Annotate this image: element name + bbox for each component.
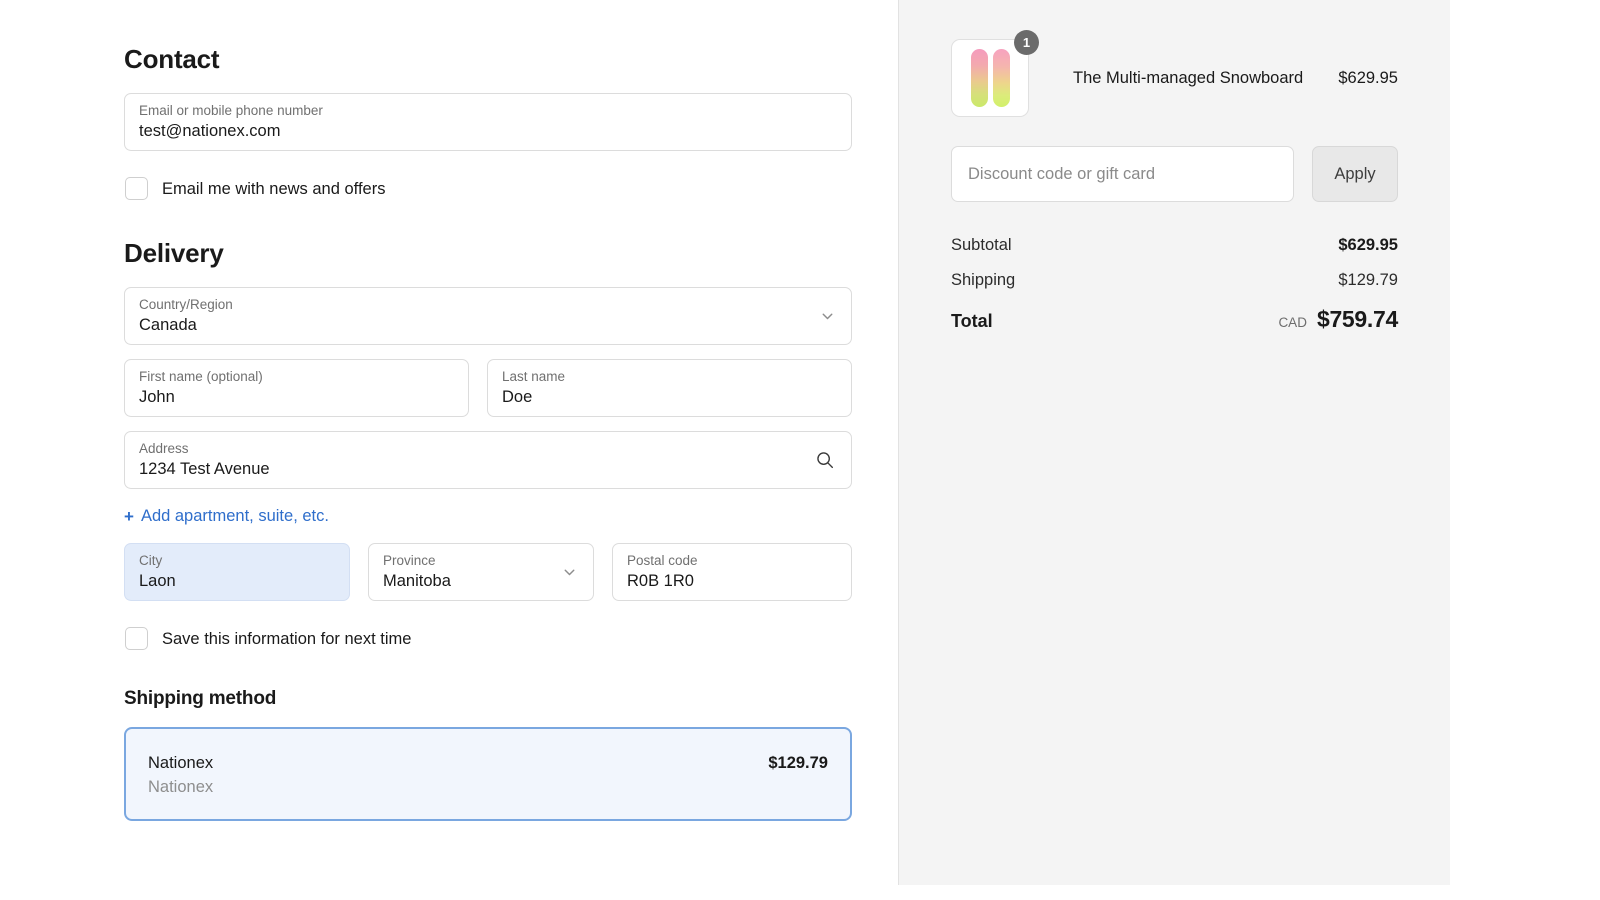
address-label: Address <box>139 441 837 457</box>
last-name-field[interactable]: Last name Doe <box>487 359 852 417</box>
email-field-value: test@nationex.com <box>139 120 837 142</box>
city-field[interactable]: City Laon <box>124 543 350 601</box>
newsletter-checkbox-label: Email me with news and offers <box>162 179 385 199</box>
email-field-label: Email or mobile phone number <box>139 103 837 119</box>
newsletter-checkbox-row[interactable]: Email me with news and offers <box>124 173 852 204</box>
order-summary-sidebar: 1 The Multi-managed Snowboard $629.95 Di… <box>898 0 1450 885</box>
shipping-row: Shipping $129.79 <box>951 271 1398 306</box>
shipping-option-nationex[interactable]: Nationex Nationex $129.79 <box>124 727 852 821</box>
plus-icon: + <box>124 508 134 525</box>
email-field[interactable]: Email or mobile phone number test@nation… <box>124 93 852 151</box>
subtotal-label: Subtotal <box>951 236 1012 255</box>
postal-code-label: Postal code <box>627 553 837 569</box>
last-name-label: Last name <box>502 369 837 385</box>
chevron-down-icon <box>819 308 836 325</box>
snowboard-shape-right <box>993 49 1010 107</box>
line-item-quantity-badge: 1 <box>1014 30 1039 55</box>
line-item-thumbnail-wrap: 1 <box>951 39 1029 117</box>
subtotal-value: $629.95 <box>1338 236 1398 255</box>
last-name-value: Doe <box>502 386 837 408</box>
add-apartment-link-label: Add apartment, suite, etc. <box>141 505 329 527</box>
shipping-option-price: $129.79 <box>768 751 828 775</box>
shipping-option-name: Nationex <box>148 751 828 775</box>
city-province-postal-row: City Laon Province Manitoba Postal code … <box>124 543 852 601</box>
chevron-down-icon <box>561 564 578 581</box>
line-item: 1 The Multi-managed Snowboard $629.95 <box>951 36 1398 120</box>
add-apartment-link[interactable]: + Add apartment, suite, etc. <box>124 503 329 529</box>
save-info-checkbox[interactable] <box>125 627 148 650</box>
postal-code-value: R0B 1R0 <box>627 570 837 592</box>
save-info-checkbox-row[interactable]: Save this information for next time <box>124 623 852 654</box>
subtotal-row: Subtotal $629.95 <box>951 236 1398 271</box>
grand-total-row: Total CAD $759.74 <box>951 306 1398 350</box>
first-name-value: John <box>139 386 454 408</box>
checkout-page: Contact Email or mobile phone number tes… <box>0 0 1600 900</box>
line-item-price: $629.95 <box>1338 69 1398 88</box>
grand-total-amount: $759.74 <box>1317 306 1398 333</box>
province-select[interactable]: Province Manitoba <box>368 543 594 601</box>
address-field[interactable]: Address 1234 Test Avenue <box>124 431 852 489</box>
newsletter-checkbox[interactable] <box>125 177 148 200</box>
province-value: Manitoba <box>383 570 579 592</box>
first-name-label: First name (optional) <box>139 369 454 385</box>
first-name-field[interactable]: First name (optional) John <box>124 359 469 417</box>
line-item-title: The Multi-managed Snowboard <box>1049 69 1318 88</box>
checkout-form-column: Contact Email or mobile phone number tes… <box>124 0 852 821</box>
discount-row: Discount code or gift card Apply <box>951 146 1398 202</box>
snowboard-shape-left <box>971 49 988 107</box>
country-region-select[interactable]: Country/Region Canada <box>124 287 852 345</box>
grand-total-currency: CAD <box>1278 315 1307 330</box>
shipping-option-description: Nationex <box>148 775 828 799</box>
city-value: Laon <box>139 570 335 592</box>
search-icon[interactable] <box>814 449 836 471</box>
grand-total-label: Total <box>951 311 993 332</box>
discount-code-input[interactable]: Discount code or gift card <box>951 146 1294 202</box>
shipping-label: Shipping <box>951 271 1015 290</box>
shipping-value: $129.79 <box>1338 271 1398 290</box>
address-value: 1234 Test Avenue <box>139 458 837 480</box>
grand-total-amount-group: CAD $759.74 <box>1278 306 1398 333</box>
country-region-label: Country/Region <box>139 297 837 313</box>
totals-block: Subtotal $629.95 Shipping $129.79 Total … <box>951 236 1398 350</box>
apply-discount-button[interactable]: Apply <box>1312 146 1398 202</box>
postal-code-field[interactable]: Postal code R0B 1R0 <box>612 543 852 601</box>
delivery-heading: Delivery <box>124 238 852 269</box>
name-row: First name (optional) John Last name Doe <box>124 359 852 417</box>
country-region-value: Canada <box>139 314 837 336</box>
city-label: City <box>139 553 335 569</box>
province-label: Province <box>383 553 579 569</box>
contact-heading: Contact <box>124 44 852 75</box>
shipping-method-heading: Shipping method <box>124 688 852 711</box>
save-info-checkbox-label: Save this information for next time <box>162 629 411 649</box>
